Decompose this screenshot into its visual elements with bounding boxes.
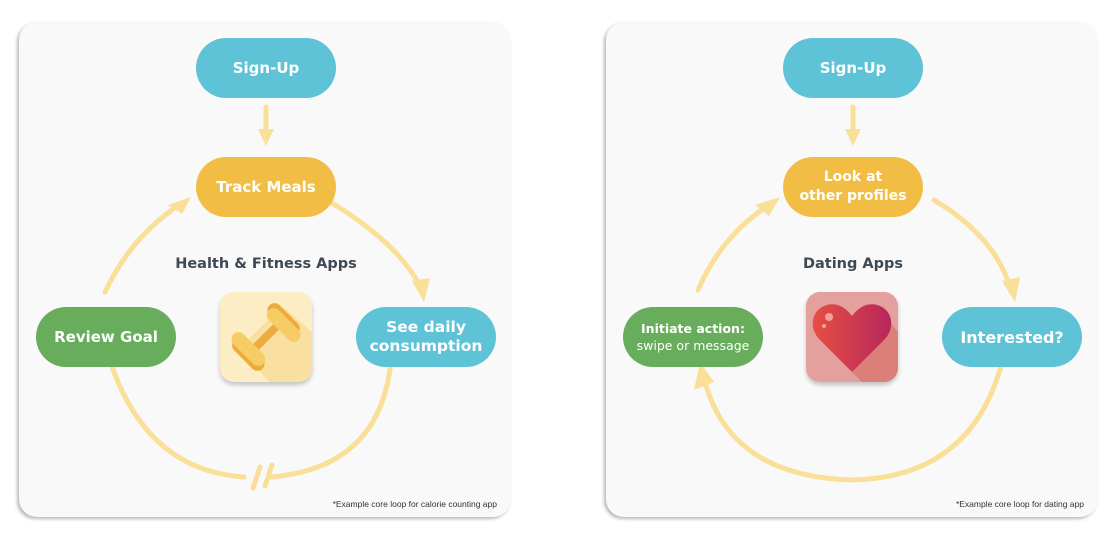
top-right-arc xyxy=(931,197,1014,293)
node-review-goal: Review Goal xyxy=(36,307,176,367)
node-see-daily-consumption: See daily consumption xyxy=(356,307,496,367)
node-track-meals: Track Meals xyxy=(196,157,336,217)
panel-title: Dating Apps xyxy=(802,256,904,272)
node-initiate-line2: swipe or message xyxy=(636,338,750,353)
node-look-line2: other profiles xyxy=(799,188,907,204)
node-signup-label: Sign-Up xyxy=(232,58,300,77)
node-track-meals-label: Track Meals xyxy=(216,177,316,196)
signup-to-track-arrowhead xyxy=(258,129,274,146)
break-mark-1 xyxy=(250,464,263,491)
footnote: *Example core loop for dating app xyxy=(955,499,1084,509)
node-initiate-action: Initiate action: swipe or message xyxy=(623,307,763,367)
node-review-goal-label: Review Goal xyxy=(54,327,158,346)
dumbbell-icon xyxy=(220,292,312,382)
right-arrowhead xyxy=(1002,277,1020,302)
heart-icon xyxy=(806,292,898,382)
left-top-arc xyxy=(695,204,769,293)
footnote: *Example core loop for calorie counting … xyxy=(332,499,497,509)
node-signup: Sign-Up xyxy=(783,38,923,98)
signup-to-look-arrowhead xyxy=(845,129,861,146)
node-interested: Interested? xyxy=(942,307,1082,367)
health-fitness-panel: Sign-Up Track Meals Review Goal See dail… xyxy=(19,22,511,517)
node-signup-label: Sign-Up xyxy=(819,58,887,77)
node-initiate-line1: Initiate action: xyxy=(641,321,745,336)
left-top-arc xyxy=(102,202,182,295)
top-right-arc xyxy=(322,196,425,293)
dating-panel: Sign-Up Look at other profiles Initiate … xyxy=(606,22,1098,517)
node-interested-label: Interested? xyxy=(960,327,1064,347)
node-see-daily-line1: See daily xyxy=(386,318,466,336)
break-mark-2 xyxy=(262,462,275,489)
right-arrowhead xyxy=(412,278,430,302)
node-signup: Sign-Up xyxy=(196,38,336,98)
node-look-at-profiles: Look at other profiles xyxy=(783,157,923,217)
node-look-line1: Look at xyxy=(823,169,883,185)
panel-title: Health & Fitness Apps xyxy=(175,256,357,272)
node-see-daily-line2: consumption xyxy=(369,337,483,355)
